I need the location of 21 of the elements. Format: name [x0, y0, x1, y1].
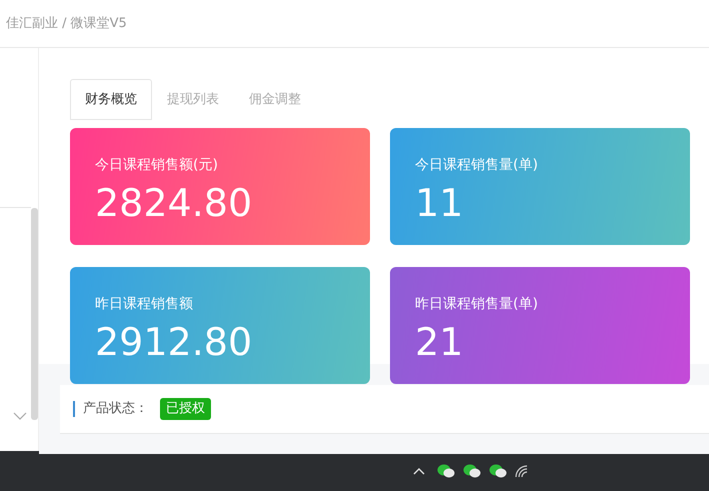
stat-label: 昨日课程销售量(单)	[415, 295, 538, 314]
scrollbar[interactable]	[31, 208, 38, 420]
stat-label: 今日课程销售额(元)	[95, 156, 218, 175]
stat-label: 昨日课程销售额	[95, 295, 193, 314]
chat-bubbles-icon[interactable]	[463, 464, 481, 478]
stat-value: 11	[415, 183, 464, 225]
status-badge: 已授权	[160, 398, 211, 420]
wifi-icon[interactable]	[515, 464, 529, 478]
caret-up-icon[interactable]	[413, 467, 425, 475]
breadcrumb: 佳汇副业 / 微课堂V5	[6, 14, 127, 33]
stat-value: 2912.80	[95, 322, 252, 364]
chat-bubbles-icon[interactable]	[489, 464, 507, 478]
stat-label: 今日课程销售量(单)	[415, 156, 538, 175]
tab[interactable]: 财务概览	[70, 79, 152, 120]
chat-bubbles-icon[interactable]	[437, 464, 455, 478]
accent-bar	[73, 401, 75, 417]
tab[interactable]: 佣金调整	[234, 79, 316, 120]
tab[interactable]: 提现列表	[152, 79, 234, 120]
status-label: 产品状态：	[83, 400, 148, 418]
stat-value: 2824.80	[95, 183, 252, 225]
stat-value: 21	[415, 322, 464, 364]
